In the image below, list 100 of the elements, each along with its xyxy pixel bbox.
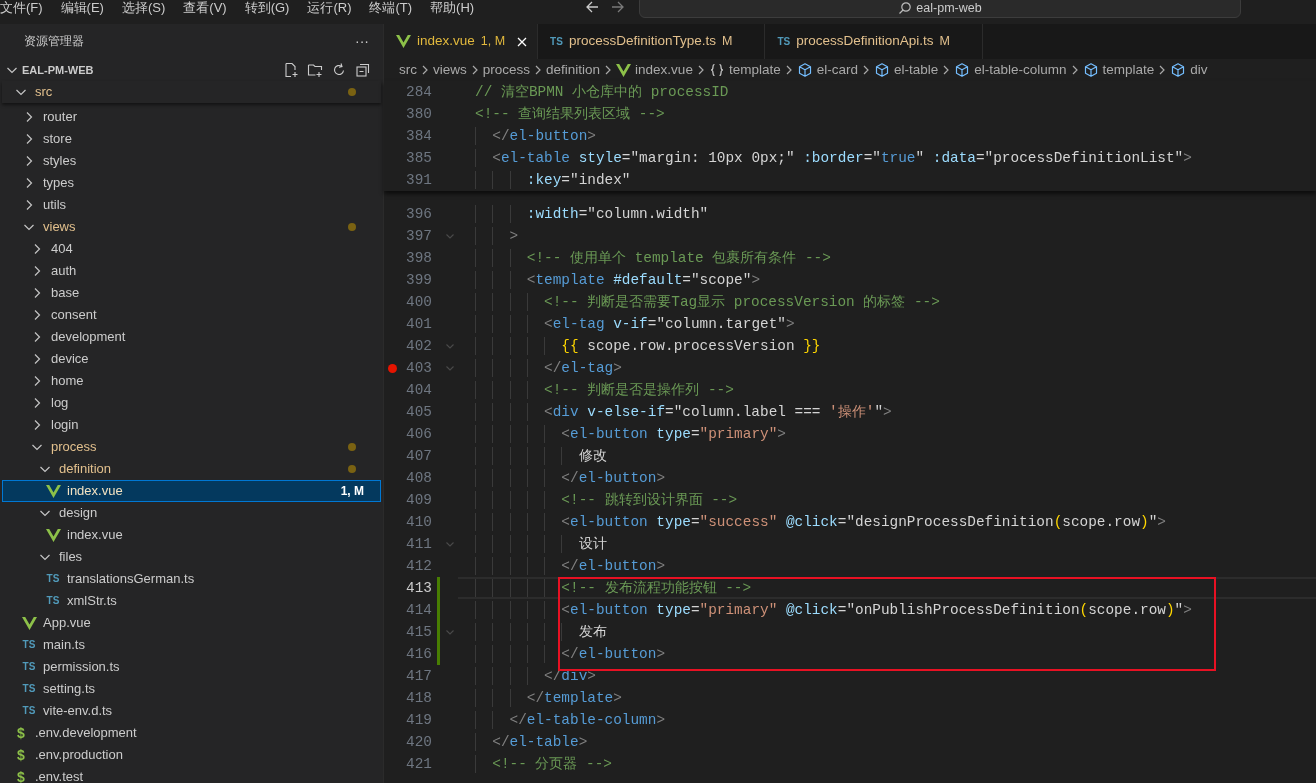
menu-item[interactable]: 编辑(E)	[60, 0, 104, 15]
tree-item[interactable]: router	[2, 106, 381, 128]
tree-item[interactable]: $ .env.test	[2, 766, 381, 783]
collapse-all-icon[interactable]	[355, 62, 371, 78]
project-title[interactable]: EAL-PM-WEB	[22, 61, 283, 79]
code-line: <!-- 跳转到设计界面 -->	[560, 491, 738, 509]
menu-item[interactable]: 帮助(H)	[430, 0, 475, 15]
tree-item[interactable]: device	[2, 348, 381, 370]
tree-item[interactable]: auth	[2, 260, 381, 282]
file-name: definition	[59, 460, 113, 479]
ts-file-icon: TS	[22, 683, 36, 695]
tree-item[interactable]: src	[2, 81, 381, 103]
line-number: 415	[405, 623, 432, 642]
tree-item[interactable]: TS main.ts	[2, 634, 381, 656]
tree-item[interactable]: 404	[2, 238, 381, 260]
breadcrumb-item[interactable]: template	[708, 59, 781, 81]
vue-file-icon	[45, 528, 61, 542]
ts-file-icon: TS	[46, 573, 60, 585]
tree-item[interactable]: styles	[2, 150, 381, 172]
status-label: 1, M	[340, 483, 364, 500]
line-number: 385	[405, 149, 432, 168]
tree-item[interactable]: utils	[2, 194, 381, 216]
line-number: 414	[405, 601, 432, 620]
code-line: <!-- 分页器 -->	[491, 755, 612, 773]
tree-item[interactable]: log	[2, 392, 381, 414]
menu-item[interactable]: 选择(S)	[121, 0, 166, 15]
refresh-icon[interactable]	[331, 62, 347, 78]
breadcrumb-item[interactable]: div	[1170, 59, 1208, 81]
search-icon	[898, 1, 913, 15]
tree-item[interactable]: App.vue	[2, 612, 381, 634]
back-arrow-icon[interactable]	[584, 0, 600, 14]
breadcrumb-item[interactable]: definition	[546, 59, 601, 81]
status-label: M	[721, 33, 733, 51]
code-line: <el-tag v-if="column.target">	[543, 315, 795, 333]
tree-item[interactable]: TS xmlStr.ts	[2, 590, 381, 612]
breadcrumb-item[interactable]: el-table-column	[954, 59, 1067, 81]
tree-item[interactable]: TS vite-env.d.ts	[2, 700, 381, 722]
menu-item[interactable]: 文件(F)	[0, 0, 43, 15]
file-name: auth	[51, 262, 78, 281]
menu-item[interactable]: 查看(V)	[183, 0, 227, 15]
breadcrumb-item[interactable]: views	[433, 59, 467, 81]
cube-icon	[954, 62, 971, 78]
breadcrumb-item[interactable]: el-table	[873, 59, 939, 81]
menu-item[interactable]: 转到(G)	[244, 0, 290, 15]
file-name: main.ts	[43, 636, 86, 655]
tree-item[interactable]: store	[2, 128, 381, 150]
file-name: views	[43, 218, 77, 237]
tree-item[interactable]: consent	[2, 304, 381, 326]
tree-item[interactable]: TS translationsGerman.ts	[2, 568, 381, 590]
cube-icon	[796, 62, 813, 78]
tree-item[interactable]: views	[2, 216, 381, 238]
ts-file-icon: TS	[22, 661, 36, 673]
ts-file-icon: TS	[777, 35, 791, 48]
line-number: 417	[405, 667, 432, 686]
code-line: // 清空BPMN 小仓库中的 processID	[475, 83, 729, 101]
tree-item[interactable]: files	[2, 546, 381, 568]
line-number: 419	[405, 711, 432, 730]
file-name: router	[43, 108, 78, 127]
file-name: base	[51, 284, 81, 303]
breakpoint-icon[interactable]	[387, 363, 397, 373]
breadcrumb-item[interactable]: el-card	[796, 59, 858, 81]
new-folder-icon[interactable]	[307, 62, 323, 78]
more-actions-button[interactable]: ···	[355, 31, 369, 52]
editor-tab[interactable]: index.vue 1, M	[384, 24, 539, 59]
line-number: 399	[405, 271, 432, 290]
line-number: 410	[405, 513, 432, 532]
tree-item[interactable]: process	[2, 436, 381, 458]
tree-item[interactable]: index.vue 1, M	[2, 480, 381, 502]
menu-item[interactable]: 终端(T)	[369, 0, 413, 15]
tree-item[interactable]: login	[2, 414, 381, 436]
breadcrumb-item[interactable]: template	[1082, 59, 1155, 81]
line-number: 403	[405, 359, 432, 378]
new-file-icon[interactable]	[283, 62, 299, 78]
tree-item[interactable]: $ .env.development	[2, 722, 381, 744]
forward-arrow-icon[interactable]	[610, 0, 626, 14]
tree-item[interactable]: TS setting.ts	[2, 678, 381, 700]
tree-item[interactable]: definition	[2, 458, 381, 480]
tree-item[interactable]: base	[2, 282, 381, 304]
status-label: M	[939, 33, 950, 51]
file-name: translationsGerman.ts	[67, 570, 196, 589]
tree-item[interactable]: development	[2, 326, 381, 348]
breadcrumb-item[interactable]: process	[482, 59, 531, 81]
tree-item[interactable]: TS permission.ts	[2, 656, 381, 678]
file-name: index.vue	[67, 482, 124, 501]
dollar-file-icon: $	[17, 727, 25, 739]
tree-item[interactable]: home	[2, 370, 381, 392]
code-line: <!-- 查询结果列表区域 -->	[475, 105, 665, 123]
breadcrumb-item[interactable]: index.vue	[616, 59, 693, 81]
code-line: <el-button type="primary">	[560, 425, 786, 443]
vue-file-icon	[616, 63, 632, 77]
command-center[interactable]: eal-pm-web	[639, 0, 1241, 18]
tree-item[interactable]: design	[2, 502, 381, 524]
close-icon[interactable]	[516, 35, 529, 48]
menu-item[interactable]: 运行(R)	[307, 0, 352, 15]
breadcrumb-item[interactable]: src	[399, 59, 417, 81]
tree-item[interactable]: index.vue	[2, 524, 381, 546]
file-name: process	[51, 438, 98, 457]
tree-item[interactable]: $ .env.production	[2, 744, 381, 766]
tree-item[interactable]: types	[2, 172, 381, 194]
code-line: <template #default="scope">	[525, 271, 760, 289]
